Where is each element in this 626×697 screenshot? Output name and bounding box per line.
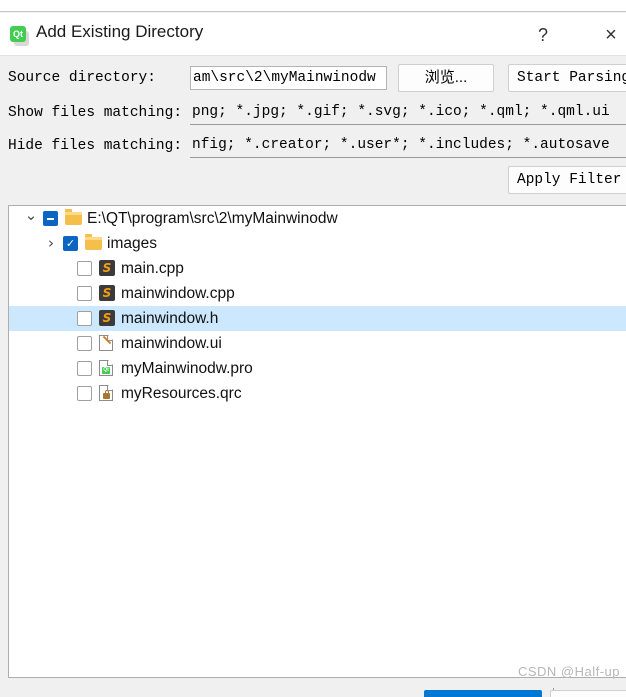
add-existing-directory-dialog: Qt Add Existing Directory ? × Source dir… (0, 0, 626, 697)
tree-row[interactable]: ⌄ E:\QT\program\src\2\myMainwinodw (9, 206, 626, 231)
show-files-row: Show files matching: png; *.jpg; *.gif; … (0, 101, 626, 129)
row-checkbox[interactable] (77, 261, 92, 276)
source-glyph: S (102, 261, 112, 275)
tree-row-label: myResources.qrc (121, 385, 242, 402)
filter-form: Source directory: am\src\2\myMainwinodw … (0, 56, 626, 194)
cpp-source-icon: S (99, 260, 115, 276)
source-directory-row: Source directory: am\src\2\myMainwinodw … (0, 64, 626, 94)
apply-filter-button[interactable]: Apply Filter (508, 166, 626, 194)
qt-logo-icon: Qt (10, 26, 29, 46)
source-glyph: S (102, 311, 112, 325)
cancel-button[interactable] (550, 690, 626, 697)
row-checkbox[interactable] (77, 311, 92, 326)
tree-row[interactable]: mainwindow.ui (9, 331, 626, 356)
tree-row-label: main.cpp (121, 260, 184, 277)
watermark-text: CSDN @Half-up (517, 664, 620, 679)
tree-row[interactable]: myResources.qrc (9, 381, 626, 406)
qt-project-icon: Qt (99, 360, 113, 376)
tree-row-label: mainwindow.ui (121, 335, 222, 352)
ui-form-icon (99, 335, 113, 351)
file-tree-panel[interactable]: ⌄ E:\QT\program\src\2\myMainwinodw › ✓ image… (8, 205, 626, 678)
cpp-source-icon: S (99, 310, 115, 326)
tree-row[interactable]: Qt myMainwinodw.pro (9, 356, 626, 381)
tree-row[interactable]: Smainwindow.h (9, 306, 626, 331)
start-parsing-button[interactable]: Start Parsing (508, 64, 626, 92)
show-files-input[interactable]: png; *.jpg; *.gif; *.svg; *.ico; *.qml; … (190, 101, 626, 125)
tree-row-label: E:\QT\program\src\2\myMainwinodw (87, 210, 338, 227)
tree-row[interactable]: Smainwindow.cpp (9, 281, 626, 306)
window-title: Add Existing Directory (36, 22, 204, 41)
tree-row-label: myMainwinodw.pro (121, 360, 253, 377)
source-directory-input[interactable]: am\src\2\myMainwinodw (190, 66, 387, 90)
hide-files-input[interactable]: nfig; *.creator; *.user*; *.includes; *.… (190, 134, 626, 158)
source-glyph: S (102, 286, 112, 300)
tree-row-label: images (107, 235, 157, 252)
folder-icon (85, 234, 102, 250)
row-checkbox[interactable] (43, 211, 58, 226)
dialog-button-bar (0, 688, 626, 697)
row-checkbox[interactable] (77, 361, 92, 376)
title-bar: Qt Add Existing Directory ? × (0, 13, 626, 56)
pencil-glyph (102, 335, 112, 345)
partial-check-icon (47, 218, 54, 220)
tree-row-label: mainwindow.cpp (121, 285, 235, 302)
ok-button[interactable] (424, 690, 542, 697)
hide-files-label: Hide files matching: (8, 138, 183, 154)
row-checkbox[interactable] (77, 286, 92, 301)
cpp-source-icon: S (99, 285, 115, 301)
tree-row[interactable]: Smain.cpp (9, 256, 626, 281)
qt-logo-text: Qt (10, 26, 26, 42)
lock-glyph (103, 390, 110, 399)
row-checkbox[interactable]: ✓ (63, 236, 78, 251)
help-button[interactable]: ? (526, 21, 560, 49)
hide-files-row: Hide files matching: nfig; *.creator; *.… (0, 134, 626, 162)
close-icon[interactable]: × (594, 21, 626, 49)
source-directory-label: Source directory: (8, 70, 156, 86)
tree-row[interactable]: › ✓ images (9, 231, 626, 256)
chevron-right-icon[interactable]: › (43, 231, 59, 256)
window-top-edge (0, 0, 626, 12)
show-files-label: Show files matching: (8, 105, 183, 121)
qt-badge-glyph: Qt (102, 367, 110, 374)
folder-icon (65, 209, 82, 225)
row-checkbox[interactable] (77, 336, 92, 351)
tree-row-label: mainwindow.h (121, 310, 219, 327)
chevron-down-icon[interactable]: ⌄ (23, 206, 39, 231)
row-checkbox[interactable] (77, 386, 92, 401)
qrc-resource-icon (99, 385, 113, 401)
browse-button[interactable]: 浏览... (398, 64, 494, 92)
check-icon: ✓ (65, 237, 76, 250)
